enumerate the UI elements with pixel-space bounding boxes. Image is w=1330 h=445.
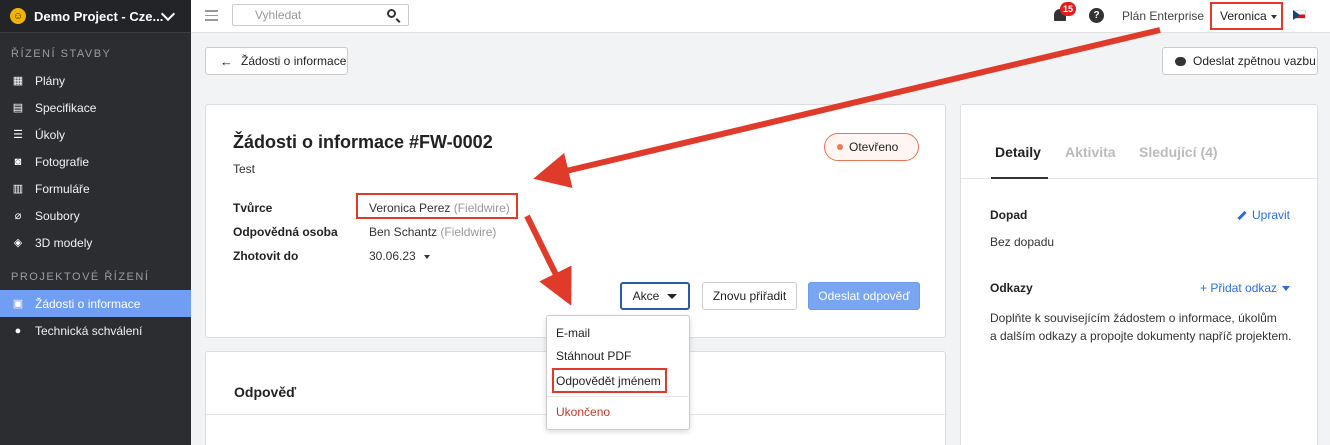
sidebar-item-label: Formuláře: [35, 181, 90, 196]
sidebar-item-rfi[interactable]: ▣ Žádosti o informace: [0, 290, 191, 317]
arrow-left-icon: ←: [220, 53, 233, 69]
answer-on-behalf-highlight: [552, 368, 667, 393]
sidebar-item-label: Úkoly: [35, 127, 66, 142]
status-badge[interactable]: Otevřeno: [824, 133, 919, 161]
cube-icon: ◈: [13, 237, 23, 249]
project-switcher[interactable]: ☺ Demo Project - Cze...: [0, 0, 191, 33]
person-icon: ●: [14, 324, 22, 337]
sidebar-item-tasks[interactable]: ☰ Úkoly: [0, 121, 191, 148]
details-panel: Detaily Aktivita Sledující (4) Dopad Upr…: [960, 104, 1319, 445]
sidebar-item-label: Fotografie: [35, 154, 90, 169]
chat-bubble-icon: [1175, 56, 1186, 66]
pencil-icon: [1237, 211, 1247, 221]
page-title: Žádosti o informace #FW-0002: [233, 132, 493, 152]
top-bar: Vyhledat 15 ? Plán Enterprise Veronica: [191, 0, 1330, 33]
add-link-label: + Přidat odkaz: [1200, 281, 1278, 295]
rfi-subtitle: Test: [233, 162, 256, 176]
section-construction-label: ŘÍZENÍ STAVBY: [11, 48, 112, 60]
plan-label[interactable]: Plán Enterprise: [1122, 9, 1204, 23]
actions-button-label: Akce: [632, 289, 660, 303]
impact-value: Bez dopadu: [990, 235, 1055, 249]
actions-button[interactable]: Akce: [620, 282, 690, 310]
assignee-name: Ben Schantz: [369, 225, 438, 239]
rfi-card: Žádosti o informace #FW-0002 Test Otevře…: [205, 104, 946, 338]
sidebar-item-label: Žádosti o informace: [35, 296, 141, 311]
feedback-button[interactable]: Odeslat zpětnou vazbu: [1162, 47, 1318, 75]
impact-label: Dopad: [990, 208, 1028, 222]
creator-highlight: [356, 193, 518, 219]
sidebar-item-forms[interactable]: ▥ Formuláře: [0, 175, 191, 202]
links-help-line-2: a dalším odkazy a propojte dokumenty nap…: [990, 329, 1292, 343]
sidebar-item-label: 3D modely: [35, 235, 93, 250]
specifications-icon: ▤: [12, 102, 24, 114]
paperclip-icon: ⌀: [14, 210, 22, 222]
sidebar-item-label: Plány: [35, 73, 66, 88]
tab-activity[interactable]: Aktivita: [1065, 144, 1116, 160]
camera-icon: ◙: [14, 155, 22, 168]
sidebar-item-label: Soubory: [35, 208, 80, 223]
tab-details[interactable]: Detaily: [995, 144, 1041, 160]
menu-divider: [547, 396, 691, 397]
sidebar-item-files[interactable]: ⌀ Soubory: [0, 202, 191, 229]
czech-flag-icon[interactable]: [1293, 10, 1306, 20]
notification-badge: 15: [1060, 2, 1076, 16]
sidebar-item-3d-models[interactable]: ◈ 3D modely: [0, 229, 191, 256]
project-name: Demo Project - Cze...: [34, 8, 163, 24]
sidebar-item-submittals[interactable]: ● Technická schválení: [0, 317, 191, 344]
status-label: Otevřeno: [849, 140, 899, 154]
search-placeholder: Vyhledat: [255, 8, 302, 22]
active-tab-indicator: [991, 177, 1048, 179]
edit-impact-link[interactable]: Upravit: [1237, 208, 1290, 222]
search-input[interactable]: Vyhledat: [232, 4, 409, 26]
actions-dropdown-menu: E-mail Stáhnout PDF Odpovědět jménem Uko…: [546, 315, 691, 430]
links-help-text: Doplňte k souvisejícím žádostem o inform…: [990, 309, 1310, 345]
tasks-icon: ☰: [13, 129, 23, 141]
assignee-org: (Fieldwire): [440, 225, 497, 239]
hamburger-menu-icon[interactable]: [205, 10, 218, 24]
caret-down-icon: [1270, 14, 1277, 19]
caret-down-icon: [1282, 286, 1291, 292]
tab-watchers[interactable]: Sledující (4): [1139, 144, 1218, 160]
answer-heading: Odpověď: [234, 384, 297, 400]
help-icon[interactable]: ?: [1089, 8, 1104, 23]
caret-down-icon: [423, 254, 430, 259]
caret-down-icon: [667, 293, 678, 299]
add-link-button[interactable]: + Přidat odkaz: [1200, 281, 1291, 295]
user-name: Veronica: [1220, 9, 1267, 23]
due-date-label: Zhotovit do: [233, 249, 299, 263]
sidebar-item-label: Specifikace: [35, 100, 97, 115]
status-dot-icon: [837, 144, 843, 150]
sidebar-item-specifications[interactable]: ▤ Specifikace: [0, 94, 191, 121]
sidebar-item-label: Technická schválení: [35, 323, 143, 338]
send-answer-button[interactable]: Odeslat odpověď: [808, 282, 920, 310]
links-help-line-1: Doplňte k souvisejícím žádostem o inform…: [990, 311, 1277, 325]
clipboard-icon: ▥: [12, 183, 24, 195]
document-icon: ▣: [12, 298, 24, 310]
links-label: Odkazy: [990, 281, 1033, 295]
user-menu[interactable]: Veronica: [1210, 2, 1283, 30]
menu-item-email[interactable]: E-mail: [556, 326, 590, 340]
sidebar-item-photos[interactable]: ◙ Fotografie: [0, 148, 191, 175]
section-project-management-label: PROJEKTOVÉ ŘÍZENÍ: [11, 271, 150, 283]
feedback-button-label: Odeslat zpětnou vazbu: [1193, 54, 1316, 68]
hardhat-logo-icon: ☺: [10, 8, 26, 24]
creator-label: Tvůrce: [233, 201, 273, 215]
menu-item-download-pdf[interactable]: Stáhnout PDF: [556, 349, 631, 363]
edit-link-label: Upravit: [1252, 208, 1291, 222]
assignee-value: Ben Schantz (Fieldwire): [369, 225, 496, 239]
assignee-label: Odpovědná osoba: [233, 225, 338, 239]
menu-item-close[interactable]: Ukončeno: [556, 405, 610, 419]
due-date-picker[interactable]: 30.06.23: [369, 249, 430, 263]
sidebar: ☺ Demo Project - Cze... ŘÍZENÍ STAVBY ▦ P…: [0, 0, 191, 445]
back-button[interactable]: ← Žádosti o informace: [205, 47, 348, 75]
sidebar-item-plans[interactable]: ▦ Plány: [0, 67, 191, 94]
back-button-label: Žádosti o informace: [241, 54, 347, 68]
reassign-button[interactable]: Znovu přiřadit: [702, 282, 797, 310]
search-icon[interactable]: [387, 9, 396, 18]
due-date-value: 30.06.23: [369, 249, 416, 263]
chevron-down-icon[interactable]: [160, 6, 176, 21]
plans-icon: ▦: [12, 75, 24, 87]
